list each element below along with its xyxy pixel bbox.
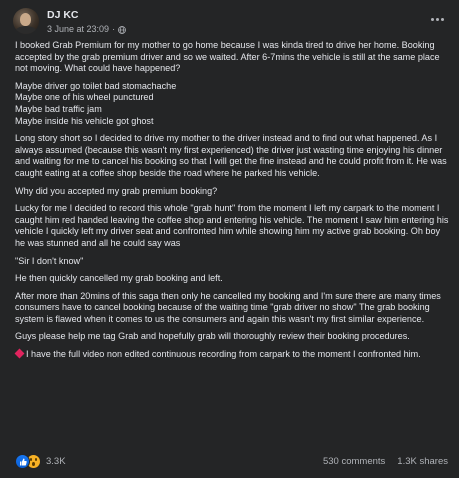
globe-icon [118, 25, 126, 34]
more-dot [435, 17, 439, 21]
post-body: I booked Grab Premium for my mother to g… [14, 40, 449, 367]
wow-eye [35, 458, 37, 461]
shares-count-link[interactable]: 1.3K shares [397, 456, 448, 467]
post-line: Maybe bad traffic jam [15, 103, 102, 114]
post-paragraph: After more than 20mins of this saga then… [15, 290, 441, 324]
author-name[interactable]: DJ KC [47, 9, 79, 21]
post-date[interactable]: 3 June at 23:09 [47, 24, 109, 34]
reactions-summary[interactable]: 3.3K [15, 454, 66, 469]
post-footer: 3.3K 530 comments 1.3K shares [0, 451, 459, 473]
post-header: DJ KC 3 June at 23:09 · [0, 0, 459, 40]
facebook-post: DJ KC 3 June at 23:09 · I booked Grab Pr… [0, 0, 459, 478]
post-paragraph: "Sir I don't know" [15, 255, 84, 266]
post-paragraph: Why did you accepted my grab premium boo… [15, 185, 218, 196]
comments-count-link[interactable]: 530 comments [323, 456, 385, 467]
post-meta: 3 June at 23:09 · [47, 24, 126, 34]
thumbs-up-icon [19, 458, 27, 465]
avatar-body [15, 26, 37, 34]
post-paragraph: He then quickly cancelled my grab bookin… [15, 273, 223, 284]
post-paragraph-video-note: I have the full video non edited continu… [14, 348, 449, 361]
wow-mouth [32, 462, 35, 466]
post-paragraph: Lucky for me I decided to record this wh… [15, 203, 449, 248]
post-stats: 530 comments 1.3K shares [323, 456, 448, 467]
post-line: Maybe one of his wheel punctured [15, 92, 154, 103]
post-paragraph: Long story short so I decided to drive m… [15, 133, 447, 178]
more-options-button[interactable] [427, 11, 447, 27]
post-line: Maybe driver go toilet bad stomachache [15, 80, 177, 91]
avatar-face [20, 13, 31, 26]
more-dot [430, 17, 434, 21]
video-note-text: I have the full video non edited continu… [26, 349, 421, 360]
avatar[interactable] [13, 8, 39, 34]
post-line: Maybe inside his vehicle got ghost [15, 115, 154, 126]
wow-eye [30, 458, 32, 461]
post-paragraph: Guys please help me tag Grab and hopeful… [15, 331, 410, 342]
reaction-count: 3.3K [46, 456, 66, 467]
meta-separator: · [112, 24, 116, 34]
more-dot [440, 17, 444, 21]
like-reaction-icon [15, 454, 30, 469]
post-paragraph: I booked Grab Premium for my mother to g… [15, 40, 440, 74]
red-diamond-icon [14, 348, 25, 359]
